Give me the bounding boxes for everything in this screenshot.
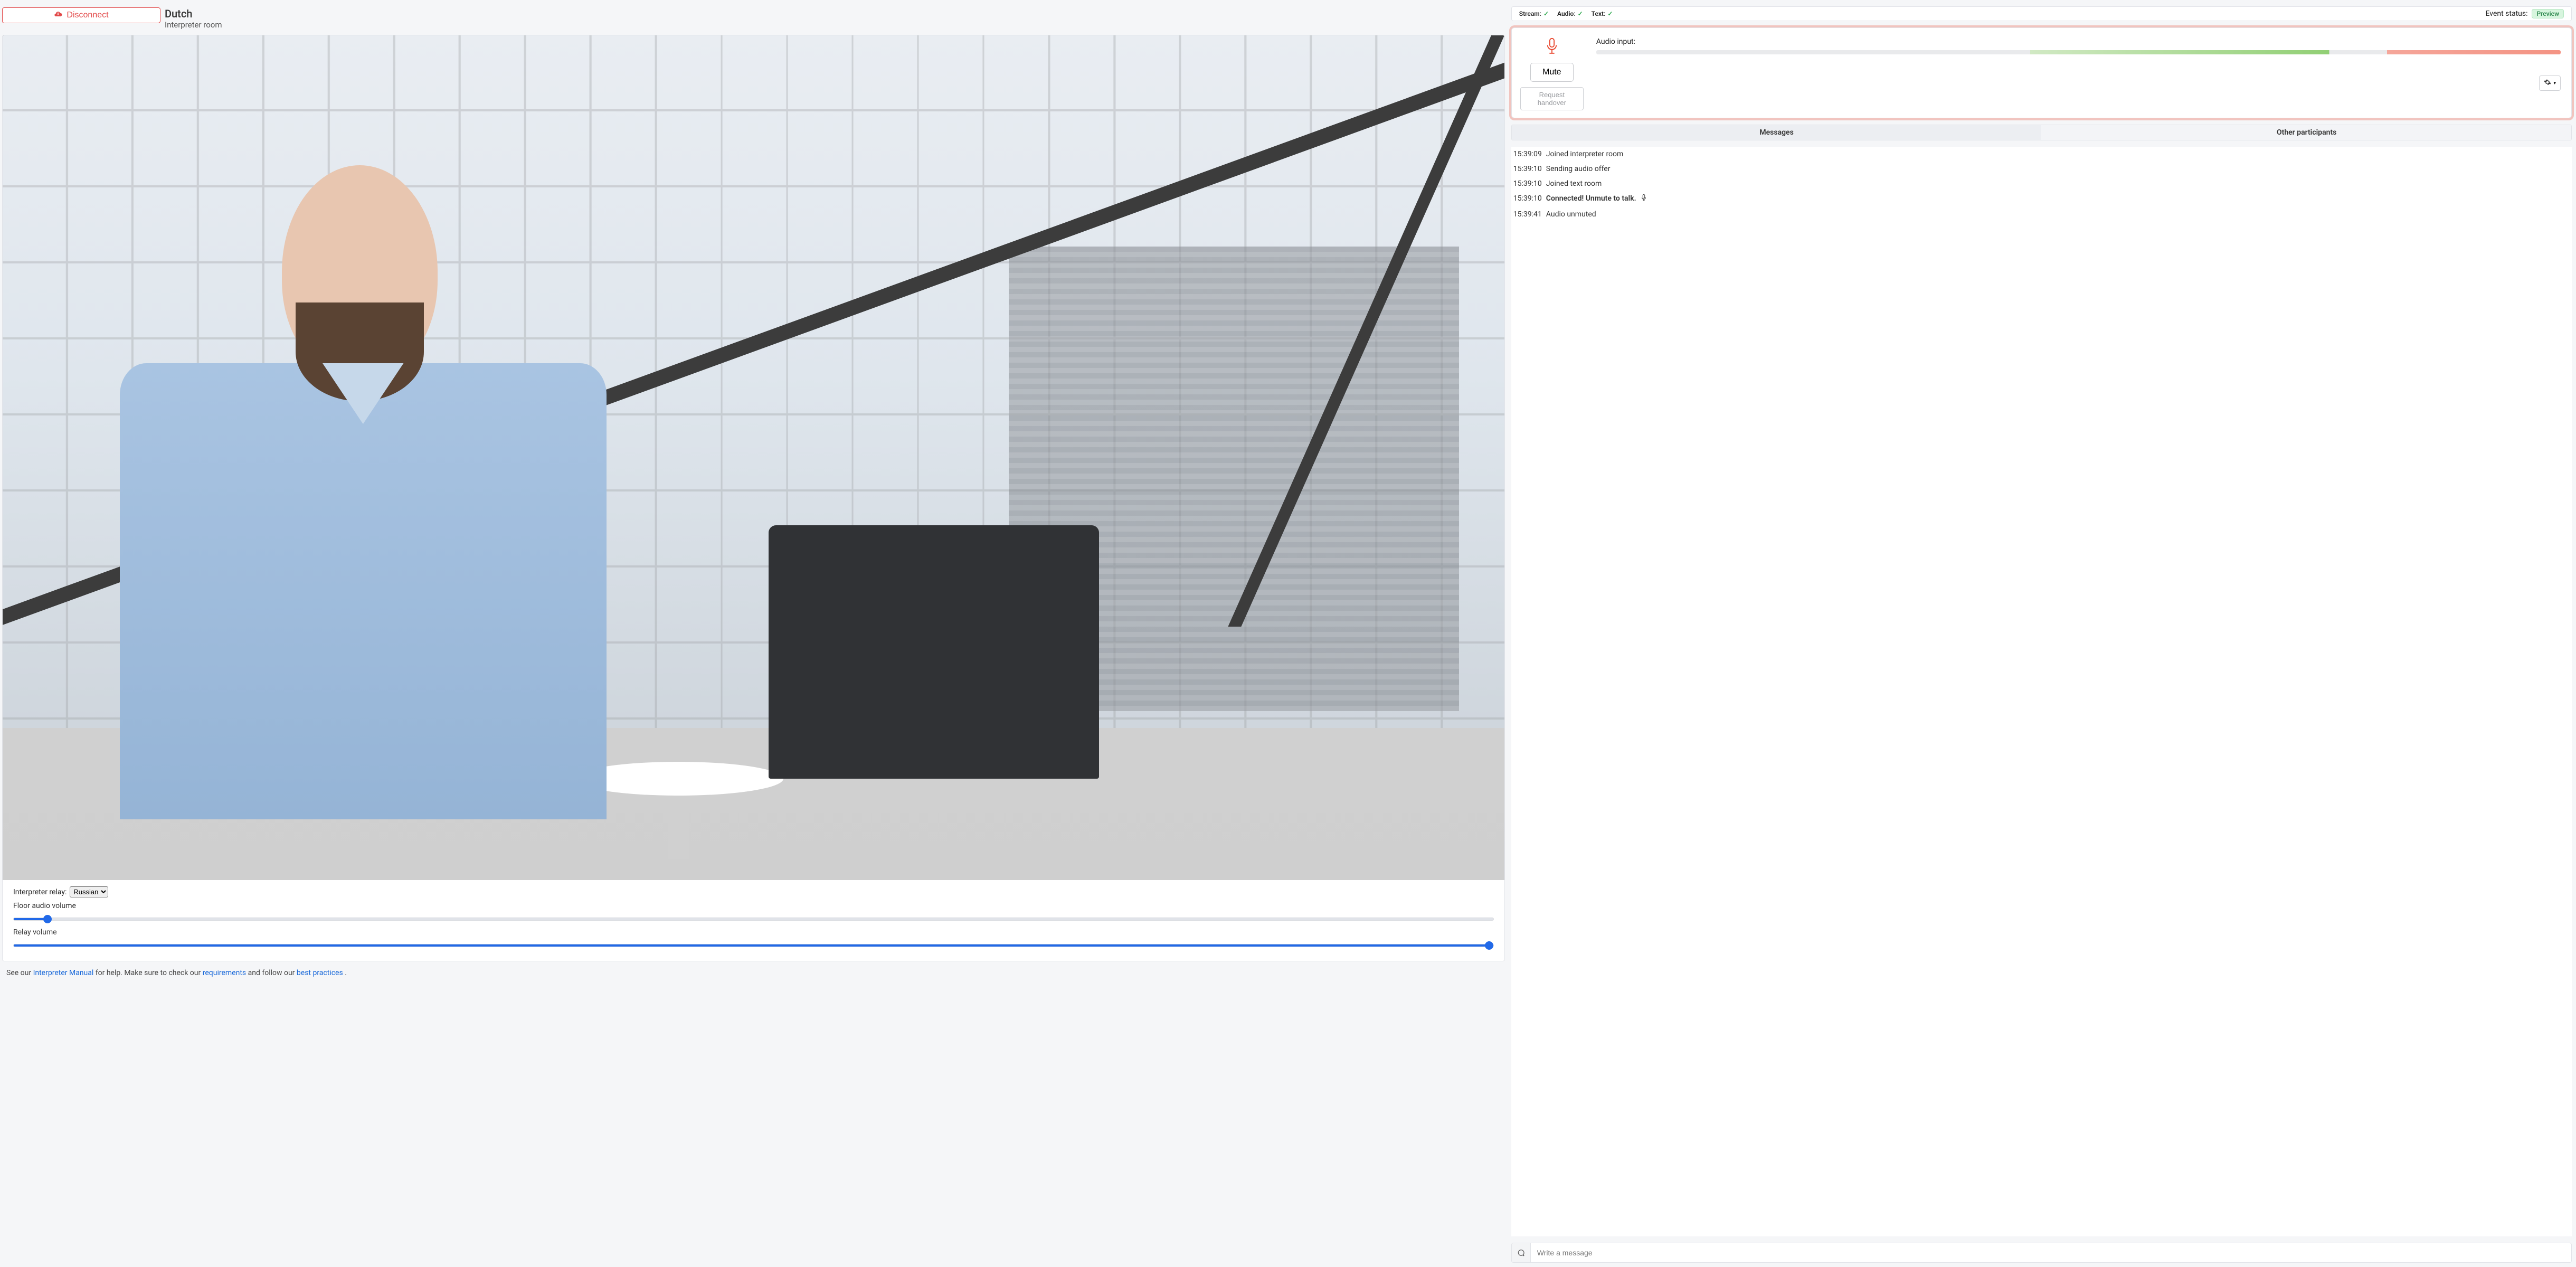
- help-text: See our Interpreter Manual for help. Mak…: [2, 967, 1505, 979]
- link-requirements[interactable]: requirements: [203, 969, 246, 977]
- disconnect-button[interactable]: Disconnect: [2, 7, 160, 23]
- status-text: Text:✓: [1592, 10, 1613, 17]
- message-text: Sending audio offer: [1546, 165, 1611, 173]
- relay-volume-slider[interactable]: [13, 941, 1494, 950]
- relay-select[interactable]: Russian: [70, 886, 108, 897]
- message-timestamp: 15:39:41: [1513, 210, 1542, 219]
- floor-volume-slider[interactable]: [13, 914, 1494, 924]
- video-scene-placeholder: [3, 35, 1504, 880]
- audio-input-meter: [1596, 50, 2561, 54]
- relay-label: Interpreter relay:: [13, 888, 67, 896]
- video-stream[interactable]: [3, 35, 1504, 880]
- message-row: 15:39:10 Joined text room: [1511, 176, 2572, 191]
- link-interpreter-manual[interactable]: Interpreter Manual: [33, 969, 94, 977]
- message-timestamp: 15:39:10: [1513, 179, 1542, 188]
- link-best-practices[interactable]: best practices: [297, 969, 343, 977]
- check-icon: ✓: [1607, 10, 1613, 17]
- page-title: Dutch Interpreter room: [165, 7, 222, 30]
- chat-icon[interactable]: [1512, 1243, 1531, 1262]
- relay-row: Interpreter relay: Russian: [13, 886, 1494, 897]
- check-icon: ✓: [1543, 10, 1549, 17]
- message-row: 15:39:10 Connected! Unmute to talk.: [1511, 191, 2572, 207]
- status-audio: Audio:✓: [1557, 10, 1583, 17]
- tabs: Messages Other participants: [1511, 125, 2572, 140]
- request-handover-button[interactable]: Request handover: [1520, 87, 1584, 110]
- audio-panel: Mute Request handover Audio input: ▾: [1511, 27, 2572, 118]
- microphone-icon: [1545, 37, 1559, 58]
- chevron-down-icon: ▾: [2553, 80, 2556, 86]
- message-timestamp: 15:39:09: [1513, 150, 1542, 158]
- status-bar: Stream:✓ Audio:✓ Text:✓ Event status: Pr…: [1511, 6, 2572, 21]
- floor-volume-label: Floor audio volume: [13, 902, 1494, 910]
- microphone-icon: [1641, 194, 1647, 204]
- video-card: Interpreter relay: Russian Floor audio v…: [2, 35, 1505, 961]
- audio-settings-button[interactable]: ▾: [2539, 75, 2561, 91]
- status-stream: Stream:✓: [1519, 10, 1549, 17]
- compose-bar: [1511, 1243, 2572, 1263]
- event-status-label: Event status:: [2485, 10, 2527, 18]
- message-row: 15:39:41 Audio unmuted: [1511, 207, 2572, 222]
- message-text: Joined text room: [1546, 179, 1602, 188]
- language-title: Dutch: [165, 7, 222, 20]
- messages-pane: 15:39:09 Joined interpreter room 15:39:10 S…: [1511, 147, 2572, 1236]
- message-text: Audio unmuted: [1546, 210, 1596, 219]
- status-badge-preview: Preview: [2532, 9, 2564, 18]
- mute-button[interactable]: Mute: [1530, 63, 1574, 82]
- disconnect-label: Disconnect: [67, 11, 108, 20]
- check-icon: ✓: [1578, 10, 1583, 17]
- message-row: 15:39:09 Joined interpreter room: [1511, 147, 2572, 162]
- relay-volume-label: Relay volume: [13, 928, 1494, 937]
- message-input[interactable]: [1531, 1244, 2571, 1261]
- room-subtitle: Interpreter room: [165, 20, 222, 30]
- tab-messages[interactable]: Messages: [1512, 125, 2042, 140]
- message-timestamp: 15:39:10: [1513, 194, 1542, 204]
- message-row: 15:39:10 Sending audio offer: [1511, 162, 2572, 176]
- message-text: Connected! Unmute to talk.: [1546, 194, 1636, 204]
- audio-input-label: Audio input:: [1596, 37, 2561, 46]
- gear-icon: [2544, 79, 2551, 88]
- tab-other-participants[interactable]: Other participants: [2041, 125, 2571, 140]
- cloud-disconnect-icon: [54, 10, 62, 21]
- message-text: Joined interpreter room: [1546, 150, 1624, 158]
- message-timestamp: 15:39:10: [1513, 165, 1542, 173]
